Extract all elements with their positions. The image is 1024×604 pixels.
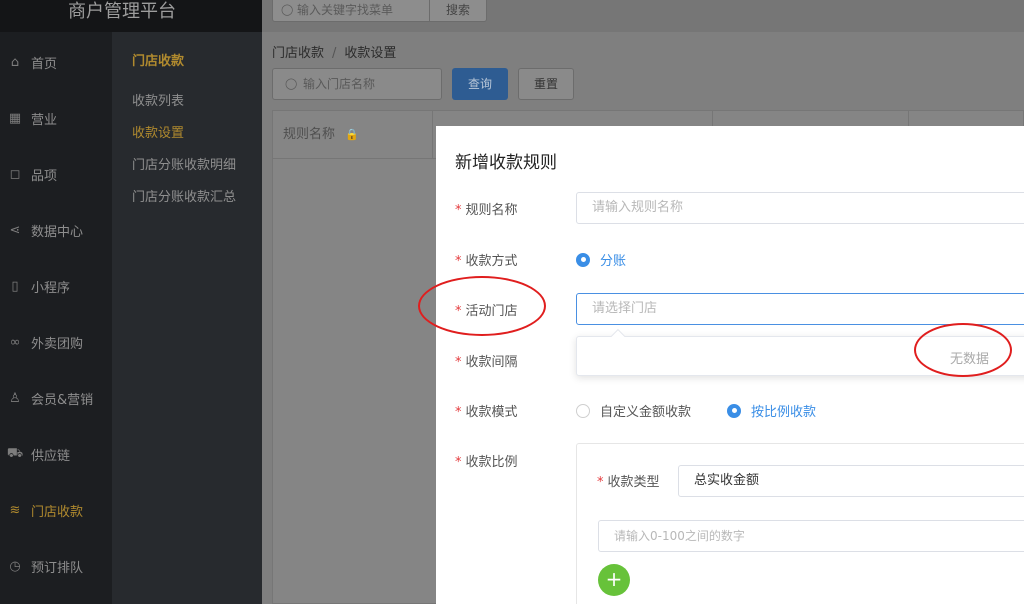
phone-icon: ▯: [11, 278, 19, 294]
column-header-rule-name: 规则名称 🔒: [273, 111, 433, 159]
store-dropdown: 无数据: [576, 328, 1024, 376]
radio-by-ratio[interactable]: 按比例收款: [727, 401, 816, 420]
subnav-item-split-detail[interactable]: 门店分账收款明细: [132, 154, 236, 173]
breadcrumb: 门店收款 / 收款设置: [272, 42, 396, 61]
radio-custom-amount[interactable]: 自定义金额收款: [576, 401, 691, 420]
secondary-nav: 门店收款 收款列表 收款设置 门店分账收款明细 门店分账收款汇总: [112, 32, 262, 604]
mode-label: * 收款模式: [455, 405, 518, 420]
breadcrumb-item[interactable]: 门店收款: [272, 46, 324, 61]
nav-item-label: 门店收款: [31, 504, 84, 520]
search-icon: ◯: [281, 3, 294, 16]
top-bar: ◯ 输入关键字找菜单 搜索: [262, 0, 1024, 32]
breadcrumb-separator: /: [332, 46, 337, 61]
nav-item-label: 供应链: [31, 448, 71, 464]
nav-item[interactable]: ▯ 小程序: [0, 258, 112, 314]
radio-label: 自定义金额收款: [600, 405, 692, 420]
brand-title: 商户管理平台: [0, 0, 262, 32]
nav-item-label: 会员&营销: [31, 392, 94, 408]
empty-text: 无数据: [950, 352, 990, 367]
breadcrumb-item: 收款设置: [344, 46, 397, 61]
add-rule-dialog: 新增收款规则 * 规则名称 请输入规则名称 * 收款方式 分账 * 活动门店 请选择门…: [436, 126, 1024, 604]
add-button[interactable]: +: [598, 564, 630, 596]
share-icon: ⋖: [9, 222, 21, 238]
store-name-placeholder: 输入门店名称: [303, 77, 376, 91]
column-header-label: 规则名称: [283, 127, 336, 142]
store-label: * 活动门店: [455, 304, 518, 319]
radio-label: 按比例收款: [751, 405, 817, 420]
truck-icon: ⛟: [6, 445, 24, 461]
nav-item-label: 首页: [31, 56, 58, 72]
ratio-number-input[interactable]: 请输入0-100之间的数字: [598, 520, 1024, 552]
dialog-title: 新增收款规则: [455, 153, 557, 173]
rule-name-input[interactable]: 请输入规则名称: [576, 192, 1024, 224]
bike-icon: ∞: [9, 334, 21, 350]
radio-split-account[interactable]: 分账: [576, 250, 626, 269]
home-icon: ⌂: [10, 54, 20, 70]
menu-search-input[interactable]: ◯ 输入关键字找菜单: [272, 0, 430, 22]
radio-dot: [727, 403, 741, 418]
nav-item-label: 预订排队: [31, 560, 84, 576]
clock-icon: ◷: [9, 558, 21, 574]
nav-item-label: 外卖团购: [31, 336, 84, 352]
menu-search-button[interactable]: 搜索: [429, 0, 487, 22]
store-select[interactable]: 请选择门店: [576, 293, 1024, 325]
reset-button[interactable]: 重置: [518, 68, 574, 100]
radio-label: 分账: [600, 254, 627, 269]
nav-item[interactable]: ⌂ 首页: [0, 34, 112, 90]
nav-item[interactable]: ⛟ 供应链: [0, 426, 112, 482]
lock-icon: 🔒: [345, 128, 359, 141]
bag-icon: ◻: [9, 166, 21, 182]
user-icon: ♙: [9, 390, 21, 406]
nav-item[interactable]: ⋖ 数据中心: [0, 202, 112, 258]
subnav-item-split-summary[interactable]: 门店分账收款汇总: [132, 186, 236, 205]
nav-item[interactable]: ∞ 外卖团购: [0, 314, 112, 370]
nav-item[interactable]: ≋ 门店收款: [0, 482, 112, 538]
store-name-input[interactable]: ◯ 输入门店名称: [272, 68, 442, 100]
subnav-item-list[interactable]: 收款列表: [132, 90, 184, 109]
nav-item-label: 品项: [31, 168, 58, 184]
radio-dot: [576, 252, 590, 267]
search-icon: ◯: [285, 77, 298, 90]
nav-item-label: 营业: [31, 112, 58, 128]
nav-item[interactable]: ♙ 会员&营销: [0, 370, 112, 426]
menu-search-placeholder: 输入关键字找菜单: [297, 3, 394, 17]
dropdown-arrow: [610, 328, 626, 344]
interval-label: * 收款间隔: [455, 355, 518, 370]
nav-item[interactable]: ▦ 营业: [0, 90, 112, 146]
calendar-icon: ▦: [8, 110, 22, 126]
nav-item-label: 数据中心: [31, 224, 84, 240]
ratio-label: * 收款比例: [455, 455, 518, 470]
nav-item[interactable]: ◻ 品项: [0, 146, 112, 202]
type-select[interactable]: 总实收金额: [678, 465, 1024, 497]
rule-name-label: * 规则名称: [455, 203, 518, 218]
subnav-title: 门店收款: [132, 54, 185, 69]
nav-item[interactable]: ◷ 预订排队: [0, 538, 112, 594]
coins-icon: ≋: [9, 502, 21, 518]
ratio-panel: * 收款类型 总实收金额 请输入0-100之间的数字 +: [576, 443, 1024, 604]
subnav-item-settings[interactable]: 收款设置: [132, 122, 184, 141]
type-label: * 收款类型: [597, 475, 660, 490]
query-button[interactable]: 查询: [452, 68, 508, 100]
nav-item-label: 小程序: [31, 280, 71, 296]
pay-method-label: * 收款方式: [455, 254, 518, 269]
radio-dot: [576, 403, 590, 418]
